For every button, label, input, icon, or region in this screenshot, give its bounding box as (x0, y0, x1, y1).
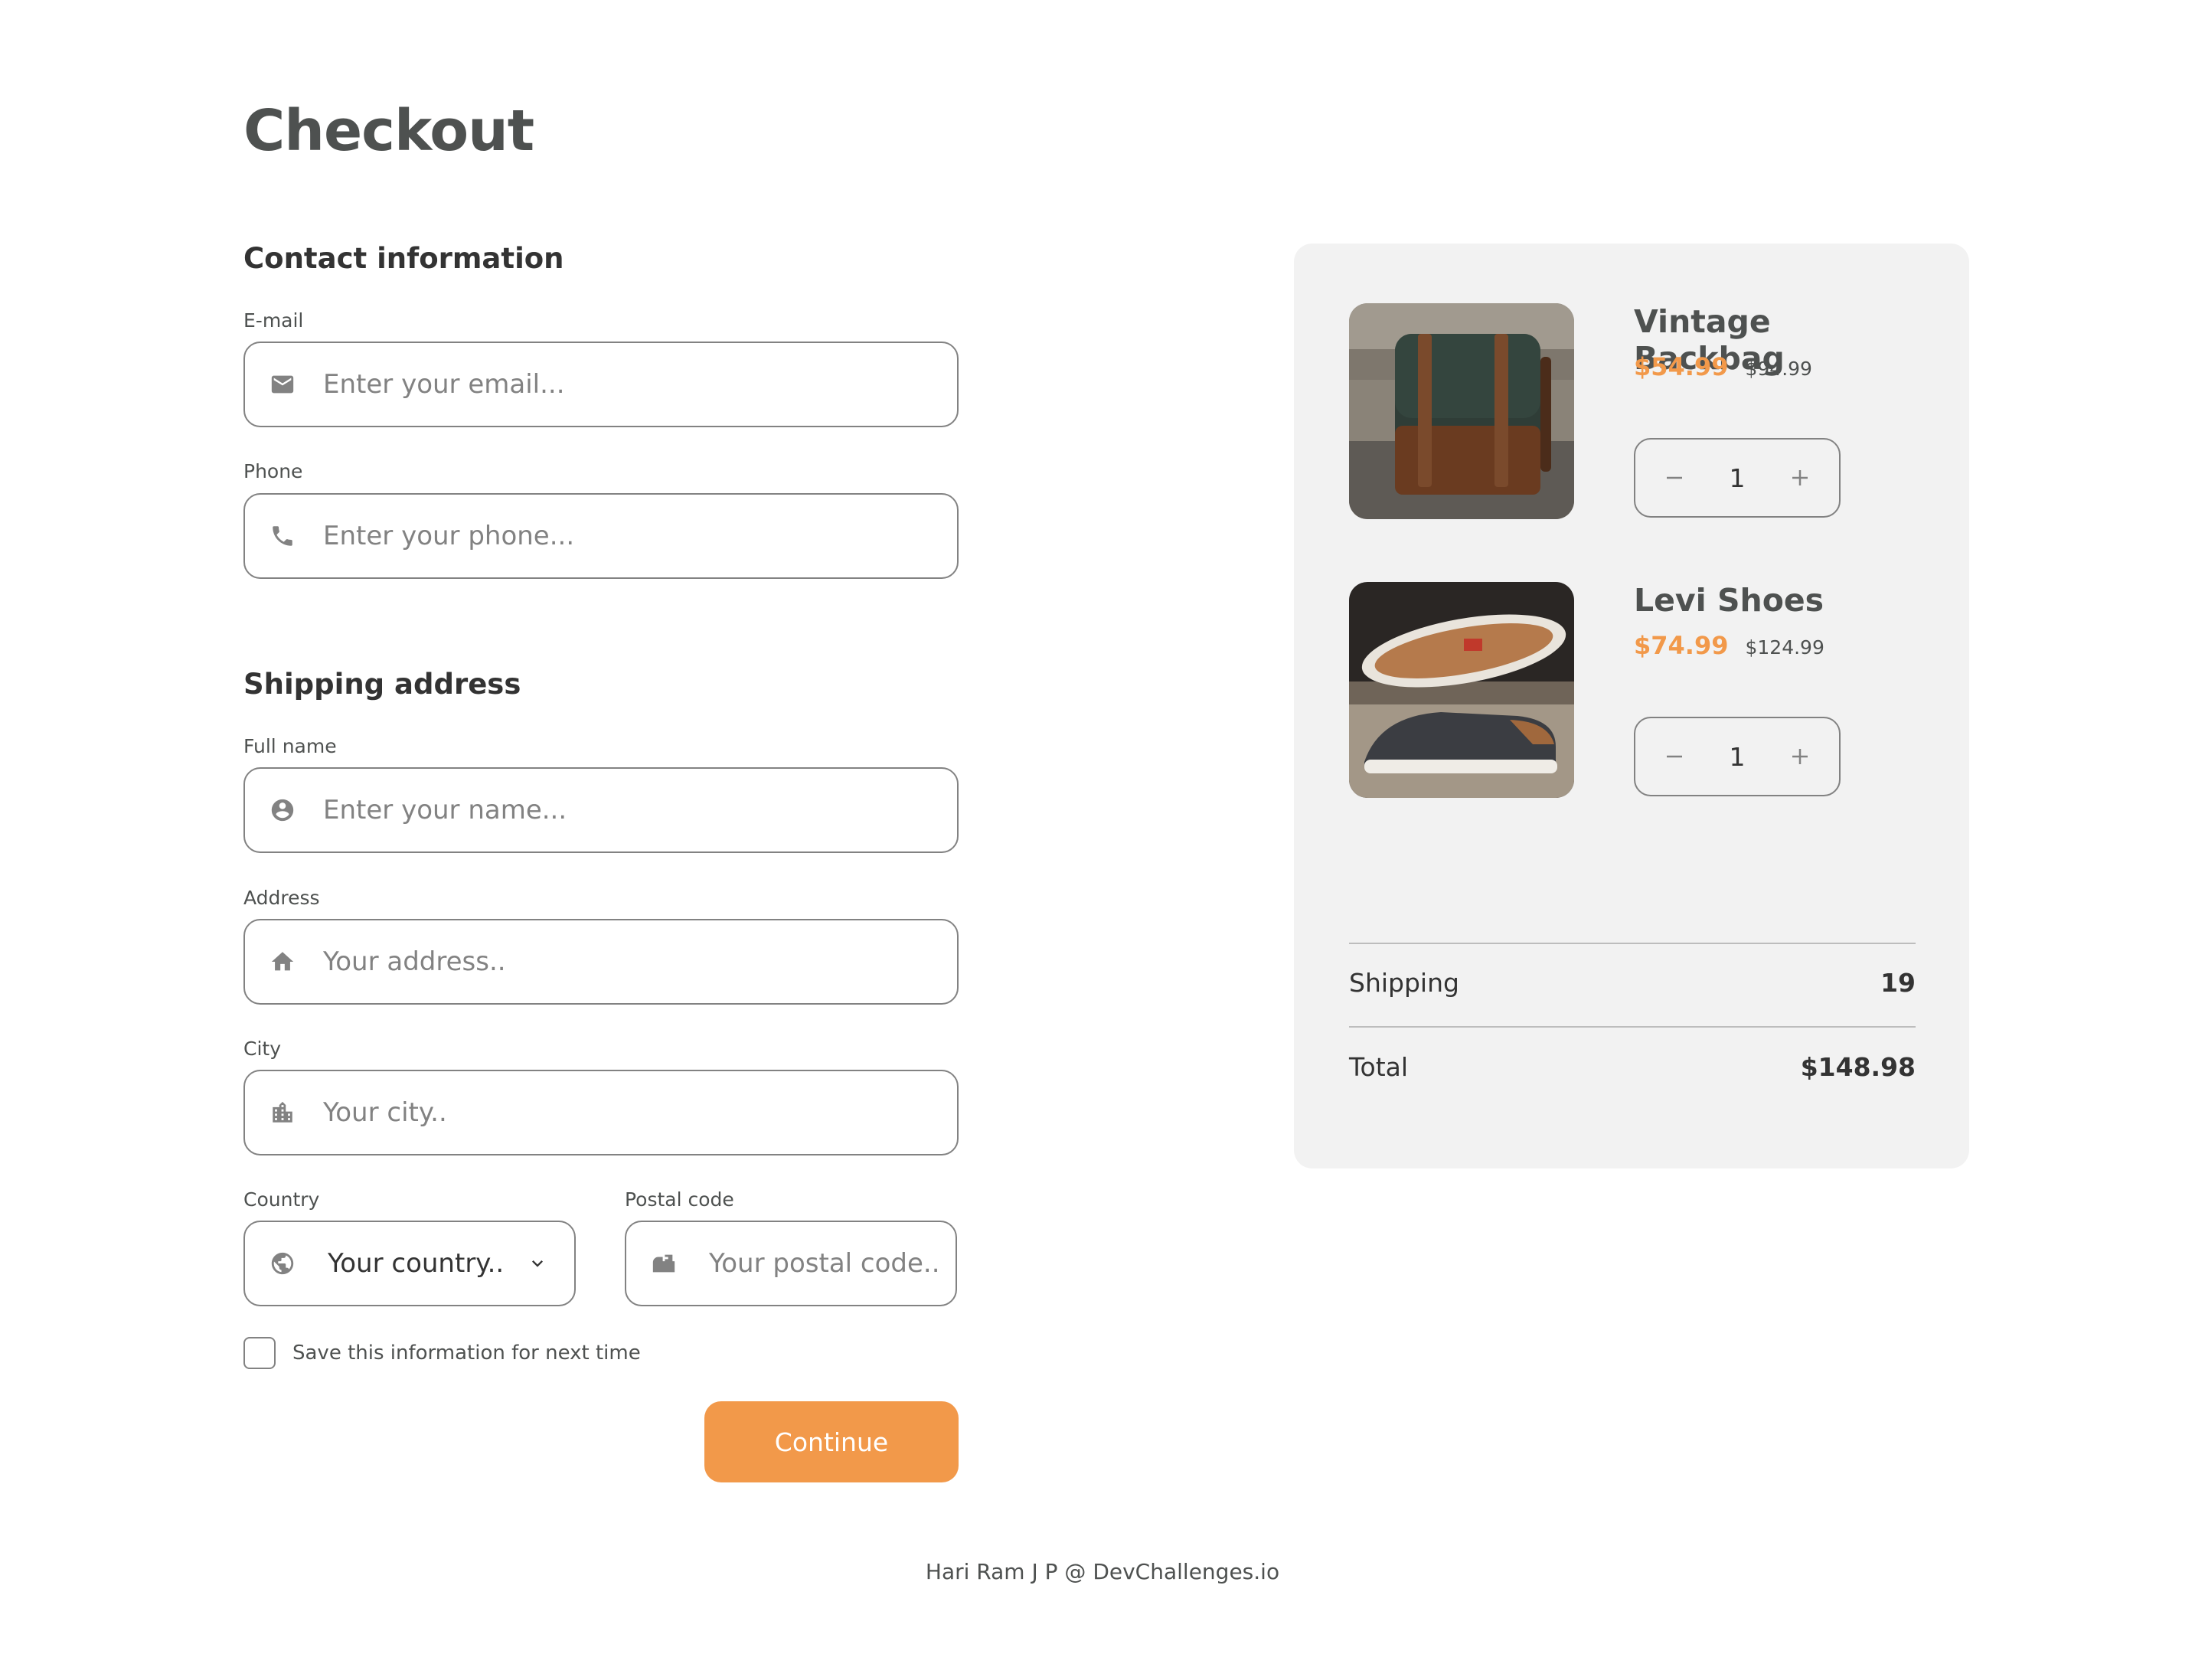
total-label: Total (1349, 1052, 1409, 1082)
phone-icon (270, 523, 296, 549)
shoes-photo (1349, 582, 1574, 798)
quantity-stepper: 1 (1634, 717, 1841, 796)
address-field[interactable] (243, 919, 959, 1005)
mailbox-icon (651, 1250, 677, 1276)
globe-icon (270, 1250, 296, 1276)
address-label: Address (243, 887, 320, 909)
contact-section-title: Contact information (243, 242, 564, 275)
divider (1349, 943, 1916, 944)
phone-field[interactable] (243, 493, 959, 579)
shipping-row: Shipping 19 (1349, 968, 1916, 998)
phone-label: Phone (243, 460, 303, 482)
save-info-row: Save this information for next time (243, 1337, 641, 1369)
item-old-price: $124.99 (1745, 636, 1824, 659)
backpack-photo (1349, 303, 1574, 519)
footer-credit: Hari Ram J P @ DevChallenges.io (925, 1559, 1280, 1584)
email-label: E-mail (243, 309, 304, 332)
plus-icon[interactable] (1788, 466, 1811, 489)
price-row: $54.99 $94.99 (1634, 352, 1812, 381)
checkout-page: Checkout Contact information E-mail Phon… (0, 0, 2205, 1680)
city-input[interactable] (323, 1097, 920, 1128)
home-icon (270, 949, 296, 975)
save-info-label: Save this information for next time (292, 1342, 641, 1365)
order-summary-panel: Vintage Backbag $54.99 $94.99 1 Levi Sho… (1294, 244, 1969, 1168)
minus-icon[interactable] (1663, 745, 1686, 768)
continue-button[interactable]: Continue (704, 1401, 959, 1482)
address-input[interactable] (323, 946, 920, 977)
total-row: Total $148.98 (1349, 1052, 1916, 1082)
item-old-price: $94.99 (1745, 358, 1812, 380)
mail-icon (270, 371, 296, 397)
quantity-stepper: 1 (1634, 438, 1841, 518)
shipping-label: Shipping (1349, 968, 1459, 998)
country-select[interactable]: Your country.. (243, 1221, 576, 1306)
chevron-down-icon (527, 1253, 548, 1274)
divider (1349, 1026, 1916, 1028)
page-title: Checkout (243, 98, 534, 164)
postal-code-label: Postal code (625, 1188, 734, 1211)
city-icon (270, 1100, 296, 1126)
quantity-value: 1 (1729, 741, 1746, 772)
country-value: Your country.. (328, 1248, 505, 1279)
total-value: $148.98 (1800, 1052, 1916, 1082)
postal-code-field[interactable] (625, 1221, 957, 1306)
email-input[interactable] (323, 369, 920, 400)
quantity-value: 1 (1729, 462, 1746, 493)
country-label: Country (243, 1188, 320, 1211)
phone-input[interactable] (323, 521, 920, 551)
full-name-field[interactable] (243, 767, 959, 853)
item-price: $74.99 (1634, 631, 1729, 660)
account-circle-icon (270, 797, 296, 823)
plus-icon[interactable] (1788, 745, 1811, 768)
price-row: $74.99 $124.99 (1634, 631, 1824, 660)
minus-icon[interactable] (1663, 466, 1686, 489)
cart-item: Vintage Backbag $54.99 $94.99 1 (1349, 303, 1916, 519)
save-info-checkbox[interactable] (243, 1337, 276, 1369)
postal-code-input[interactable] (709, 1248, 939, 1279)
shipping-section-title: Shipping address (243, 668, 521, 701)
full-name-label: Full name (243, 735, 337, 757)
item-name: Levi Shoes (1634, 582, 1824, 619)
shipping-value: 19 (1880, 968, 1916, 998)
item-price: $54.99 (1634, 352, 1729, 381)
city-label: City (243, 1038, 281, 1060)
city-field[interactable] (243, 1070, 959, 1155)
cart-item: Levi Shoes $74.99 $124.99 1 (1349, 582, 1916, 798)
full-name-input[interactable] (323, 795, 920, 825)
email-field[interactable] (243, 342, 959, 427)
